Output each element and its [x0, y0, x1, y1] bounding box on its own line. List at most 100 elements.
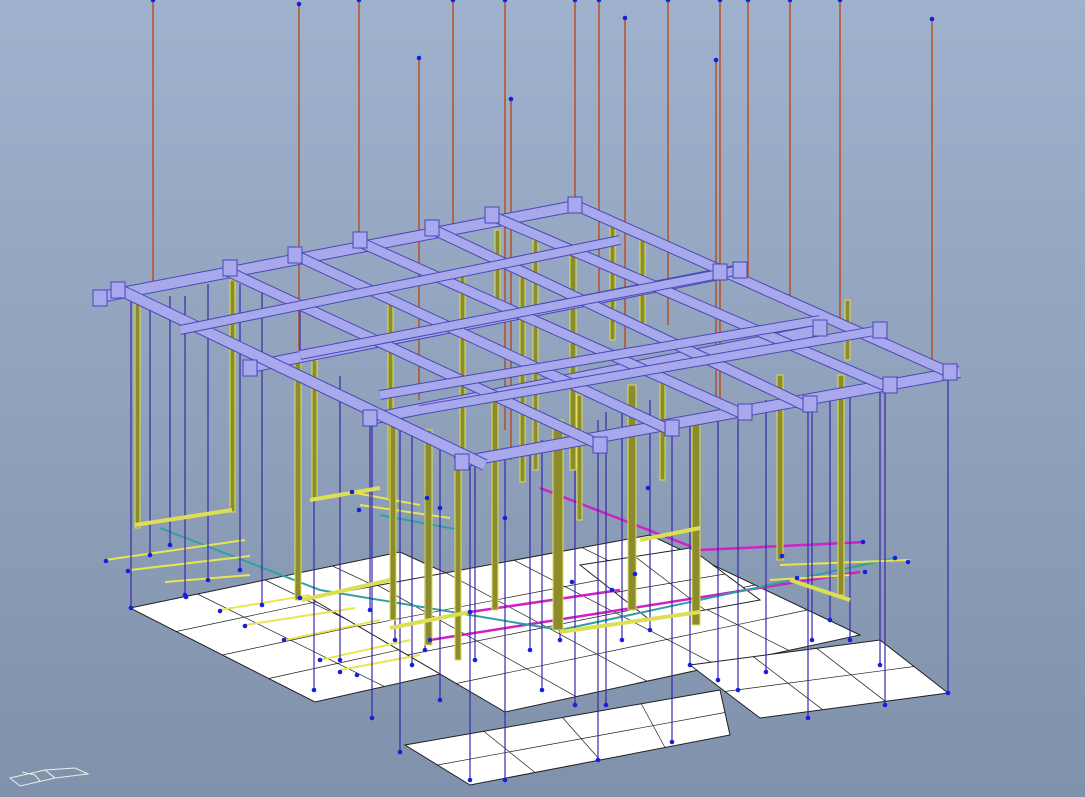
- column: [552, 419, 564, 631]
- connection-plate: [484, 206, 500, 224]
- column: [837, 374, 845, 596]
- structural-model-canvas[interactable]: [0, 0, 1085, 797]
- connection-plate: [454, 453, 470, 471]
- node: [205, 577, 211, 583]
- connection-plate: [712, 263, 728, 281]
- node: [472, 657, 478, 663]
- node: [502, 777, 508, 783]
- connection-plate: [942, 363, 958, 381]
- node: [297, 595, 303, 601]
- node: [349, 489, 355, 495]
- column: [491, 399, 499, 611]
- column: [454, 454, 462, 661]
- column: [134, 299, 141, 529]
- node: [572, 702, 578, 708]
- node: [905, 559, 911, 565]
- node: [929, 16, 935, 22]
- node: [337, 669, 343, 675]
- connection-plate: [732, 261, 748, 279]
- connection-plate: [872, 321, 888, 339]
- connection-plate: [802, 395, 818, 413]
- node: [311, 687, 317, 693]
- node: [416, 55, 422, 61]
- node: [779, 553, 785, 559]
- node: [892, 555, 898, 561]
- node: [422, 647, 428, 653]
- node: [508, 96, 514, 102]
- column: [459, 269, 466, 471]
- node: [437, 505, 443, 511]
- node: [354, 672, 360, 678]
- 3d-viewport[interactable]: [0, 0, 1085, 797]
- node: [527, 647, 533, 653]
- node: [356, 507, 362, 513]
- node: [427, 637, 433, 643]
- node: [467, 609, 473, 615]
- node: [167, 542, 173, 548]
- column: [576, 394, 583, 521]
- node: [217, 608, 223, 614]
- node: [713, 57, 719, 63]
- node: [945, 690, 951, 696]
- node: [569, 579, 575, 585]
- node: [609, 587, 615, 593]
- node: [369, 715, 375, 721]
- node: [557, 637, 563, 643]
- node: [619, 637, 625, 643]
- connection-plate: [424, 219, 440, 237]
- column: [294, 354, 302, 601]
- node: [539, 687, 545, 693]
- connection-plate: [222, 259, 238, 277]
- node: [296, 1, 302, 7]
- connection-plate: [110, 281, 126, 299]
- node: [715, 677, 721, 683]
- node: [392, 637, 398, 643]
- node: [669, 739, 675, 745]
- node: [763, 669, 769, 675]
- node: [183, 594, 189, 600]
- node: [794, 575, 800, 581]
- node: [237, 567, 243, 573]
- node: [409, 662, 415, 668]
- node: [502, 515, 508, 521]
- node: [317, 657, 323, 663]
- node: [595, 757, 601, 763]
- node: [847, 637, 853, 643]
- node: [103, 558, 109, 564]
- node: [125, 568, 131, 574]
- node: [862, 569, 868, 575]
- node: [877, 662, 883, 668]
- node: [603, 702, 609, 708]
- connection-plate: [664, 419, 680, 437]
- connection-plate: [882, 376, 898, 394]
- node: [281, 637, 287, 643]
- connection-plate: [812, 319, 828, 337]
- column: [424, 429, 433, 646]
- connection-plate: [242, 359, 258, 377]
- node: [397, 749, 403, 755]
- connection-plate: [362, 409, 378, 427]
- connection-plate: [567, 196, 583, 214]
- connection-plate: [352, 231, 368, 249]
- node: [242, 623, 248, 629]
- node: [805, 715, 811, 721]
- column: [691, 419, 701, 626]
- node: [147, 552, 153, 558]
- connection-plate: [92, 289, 108, 307]
- node: [367, 607, 373, 613]
- connection-plate: [592, 436, 608, 454]
- node: [128, 605, 134, 611]
- node: [687, 662, 693, 668]
- node: [622, 15, 628, 21]
- node: [645, 485, 651, 491]
- node: [647, 627, 653, 633]
- column: [389, 419, 397, 621]
- node: [860, 539, 866, 545]
- node: [337, 657, 343, 663]
- node: [735, 687, 741, 693]
- node: [259, 602, 265, 608]
- connection-plate: [287, 246, 303, 264]
- node: [809, 637, 815, 643]
- connection-plate: [737, 403, 753, 421]
- node: [467, 777, 473, 783]
